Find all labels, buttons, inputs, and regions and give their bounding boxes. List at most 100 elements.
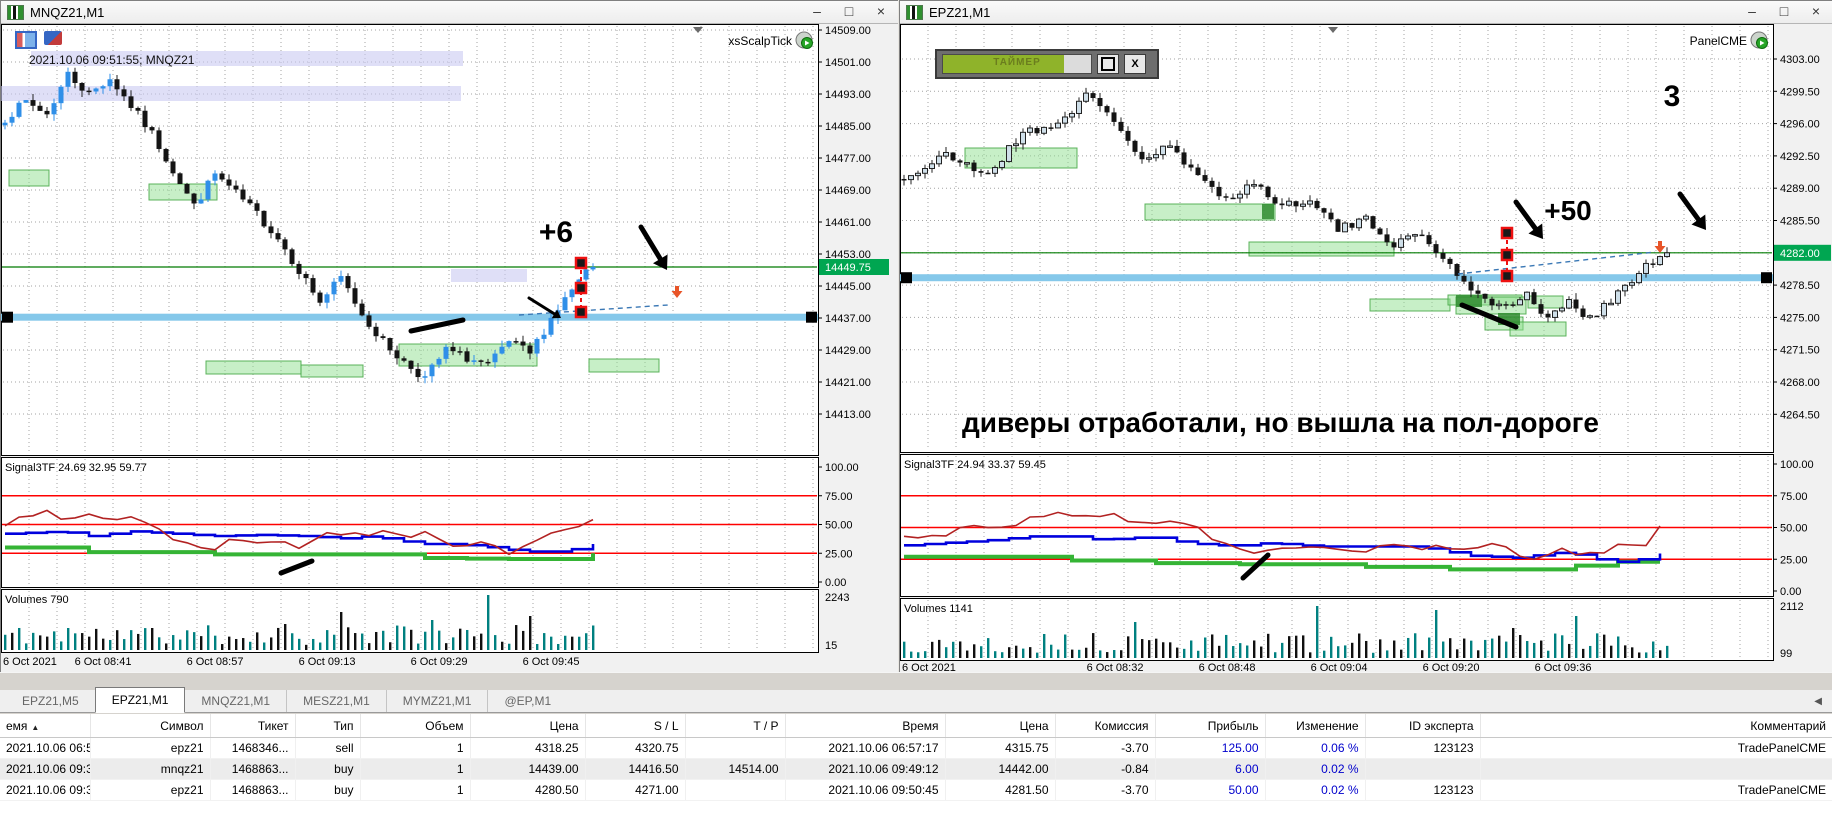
svg-text:2243: 2243	[825, 592, 849, 604]
column-header-8[interactable]: Время	[784, 714, 945, 738]
svg-text:14449.75: 14449.75	[825, 262, 871, 274]
column-header-13[interactable]: ID эксперта	[1364, 714, 1480, 738]
sort-asc-icon: ▲	[31, 723, 40, 732]
cell: 1	[359, 779, 470, 801]
column-header-14[interactable]: Комментарий	[1479, 714, 1832, 738]
cell: 2021.10.06 09:49:12	[784, 758, 945, 780]
window-titlebar[interactable]: MNQZ21,M1 – □ ×	[1, 1, 898, 24]
book-icon[interactable]	[44, 31, 62, 45]
chart-window-icon	[7, 4, 24, 20]
maximize-button[interactable]: □	[838, 3, 860, 21]
cell: 123123	[1364, 779, 1480, 801]
column-header-10[interactable]: Комиссия	[1054, 714, 1155, 738]
cell: 2021.10.06 09:50:45	[784, 779, 945, 801]
cell: 50.00	[1154, 779, 1265, 801]
svg-text:2112: 2112	[1780, 601, 1804, 613]
column-header-5[interactable]: Цена	[469, 714, 585, 738]
svg-text:xsScalpTick: xsScalpTick	[728, 34, 793, 48]
cell: -3.70	[1054, 779, 1155, 801]
svg-text:Signal3TF 24.94 33.37 59.45: Signal3TF 24.94 33.37 59.45	[904, 459, 1046, 471]
tab-mnqz21m1[interactable]: MNQZ21,M1	[185, 690, 286, 712]
column-header-9[interactable]: Цена	[944, 714, 1055, 738]
column-header-7[interactable]: T / P	[684, 714, 785, 738]
cell: 2021.10.06 09:3...	[0, 779, 90, 801]
cell: epz21	[89, 737, 210, 759]
chart-window-epz21: EPZ21,M1 – □ × Signal3TF 24.94 33.37 59.…	[899, 0, 1832, 675]
column-header-11[interactable]: Прибыль	[1154, 714, 1265, 738]
svg-text:4264.50: 4264.50	[1780, 409, 1820, 421]
svg-text:14477.00: 14477.00	[825, 153, 871, 165]
maximize-button[interactable]: □	[1773, 3, 1795, 21]
svg-text:14413.00: 14413.00	[825, 409, 871, 421]
svg-text:4292.50: 4292.50	[1780, 151, 1820, 163]
column-header-3[interactable]: Тип	[294, 714, 360, 738]
tab-mesz21m1[interactable]: MESZ21,M1	[286, 690, 386, 712]
timer-restore-button[interactable]	[1097, 54, 1119, 74]
table-row[interactable]: 2021.10.06 06:5...epz211468346...sell143…	[0, 737, 1832, 759]
column-header-2[interactable]: Тикет	[209, 714, 295, 738]
window-title: MNQZ21,M1	[30, 4, 105, 20]
tab-epz21m5[interactable]: EPZ21,M5	[6, 690, 95, 712]
close-button[interactable]: ×	[870, 3, 892, 21]
tab-epm1[interactable]: @EP,M1	[487, 690, 567, 712]
cell: buy	[294, 779, 360, 801]
chart-window-mnqz21: MNQZ21,M1 – □ × Signal3TF 24.69 32.95 59…	[0, 0, 899, 675]
cell: 4315.75	[944, 737, 1055, 759]
cell: buy	[294, 758, 360, 780]
minimize-button[interactable]: –	[806, 3, 828, 21]
chart-tab-bar: EPZ21,M5 EPZ21,M1 MNQZ21,M1 MESZ21,M1 MYMZ21…	[0, 687, 1832, 713]
svg-text:Volumes 790: Volumes 790	[5, 594, 69, 606]
cell: 2021.10.06 06:57:17	[784, 737, 945, 759]
table-row[interactable]: 2021.10.06 09:3...epz211468863...buy1428…	[0, 779, 1832, 801]
svg-text:6 Oct 08:41: 6 Oct 08:41	[75, 656, 132, 668]
svg-text:Signal3TF 24.69 32.95 59.77: Signal3TF 24.69 32.95 59.77	[5, 462, 147, 474]
svg-text:6 Oct 09:45: 6 Oct 09:45	[523, 656, 580, 668]
cell: 2021.10.06 09:3...	[0, 758, 90, 780]
cell: 0.02 %	[1264, 758, 1365, 780]
svg-text:14485.00: 14485.00	[825, 121, 871, 133]
cell: TradePanelCME	[1479, 779, 1832, 801]
svg-text:14429.00: 14429.00	[825, 345, 871, 357]
svg-text:6 Oct 2021: 6 Oct 2021	[3, 656, 57, 668]
window-titlebar[interactable]: EPZ21,M1 – □ ×	[900, 1, 1832, 24]
svg-text:25.00: 25.00	[825, 548, 853, 560]
column-header-4[interactable]: Объем	[359, 714, 470, 738]
cell: 0.02 %	[1264, 779, 1365, 801]
minimize-button[interactable]: –	[1741, 3, 1763, 21]
column-header-0[interactable]: емя ▲	[0, 714, 90, 738]
svg-text:PanelCME: PanelCME	[1690, 34, 1747, 48]
cell: 125.00	[1154, 737, 1265, 759]
cell: 2021.10.06 06:5...	[0, 737, 90, 759]
close-button[interactable]: ×	[1805, 3, 1827, 21]
cell: 1468863...	[209, 758, 295, 780]
timer-close-button[interactable]: X	[1124, 54, 1146, 74]
data-window-icon[interactable]	[15, 31, 37, 49]
svg-text:4275.00: 4275.00	[1780, 312, 1820, 324]
svg-text:6 Oct 09:13: 6 Oct 09:13	[299, 656, 356, 668]
svg-text:50.00: 50.00	[1780, 523, 1808, 535]
chart-area[interactable]: Signal3TF 24.69 32.95 59.77 Volumes 790 14…	[1, 24, 898, 674]
trade-history-panel: емя ▲ Символ Тикет Тип Объем Цена S / LT / P Вре…	[0, 714, 1832, 821]
cell: 14416.50	[584, 758, 685, 780]
tab-scroll-left-icon[interactable]: ◀	[1814, 696, 1822, 707]
cell: 6.00	[1154, 758, 1265, 780]
column-header-6[interactable]: S / L	[584, 714, 685, 738]
column-header-12[interactable]: Изменение	[1264, 714, 1365, 738]
cell	[684, 779, 785, 801]
column-header-1[interactable]: Символ	[89, 714, 210, 738]
svg-text:14461.00: 14461.00	[825, 217, 871, 229]
cell: 0.06 %	[1264, 737, 1365, 759]
svg-text:4303.00: 4303.00	[1780, 54, 1820, 66]
cell: 14514.00	[684, 758, 785, 780]
cell	[684, 737, 785, 759]
cell: 4271.00	[584, 779, 685, 801]
cell: TradePanelCME	[1479, 737, 1832, 759]
tab-mymz21m1[interactable]: MYMZ21,M1	[385, 690, 488, 712]
chart-area[interactable]: Signal3TF 24.94 33.37 59.45 Volumes 1141 4…	[900, 24, 1832, 674]
svg-text:14421.00: 14421.00	[825, 377, 871, 389]
tab-epz21m1[interactable]: EPZ21,M1	[94, 687, 186, 713]
table-row[interactable]: 2021.10.06 09:3...mnqz211468863...buy114…	[0, 758, 1832, 780]
svg-text:4268.00: 4268.00	[1780, 377, 1820, 389]
svg-text:14469.00: 14469.00	[825, 185, 871, 197]
svg-text:4296.00: 4296.00	[1780, 119, 1820, 131]
